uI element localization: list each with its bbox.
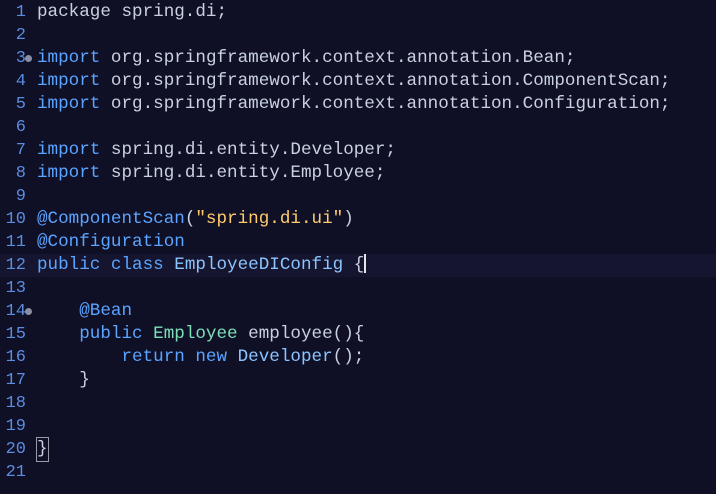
code-line[interactable]: 6 [0,116,716,139]
code-text: @Configuration [37,231,185,254]
line-number: 21 [5,463,26,482]
code-token: org.springframework.context.annotation.C… [100,71,671,91]
line-number: 12 [5,256,26,275]
code-token: import [37,94,101,114]
code-line[interactable]: 7 import spring.di.entity.Developer; [0,139,716,162]
code-token: ) [343,209,354,229]
text-cursor [364,254,367,273]
code-token: @ComponentScan [37,209,185,229]
line-number: 8 [15,164,26,183]
code-token: @Bean [37,301,133,321]
code-token: spring.di; [110,2,228,22]
code-token: "spring.di.ui" [195,209,344,229]
code-line[interactable]: 15 public Employee employee(){ [0,323,716,346]
code-line[interactable]: 4 import org.springframework.context.anno… [0,70,716,93]
code-editor[interactable]: 1 package spring.di; 2 3 import org.springfr… [0,1,716,484]
code-text: return new Developer(); [37,346,364,369]
line-number: 15 [5,325,26,344]
code-line[interactable]: 8 import spring.di.entity.Employee; [0,162,716,185]
line-number: 20 [5,440,26,459]
code-line[interactable]: 19 [0,415,716,438]
code-token: import [37,163,101,183]
code-line[interactable]: 2 [0,24,716,47]
code-line[interactable]: 12 public class EmployeeDIConfig { [0,254,716,277]
code-token: spring.di.entity.Employee; [100,163,386,183]
line-number: 16 [5,348,26,367]
code-text: package spring.di; [37,1,227,24]
line-number: 14 [5,302,26,321]
code-line[interactable]: 10 @ComponentScan("spring.di.ui") [0,208,716,231]
code-text: import org.springframework.context.annot… [37,93,671,116]
code-line[interactable]: 9 [0,185,716,208]
code-line[interactable]: 11 @Configuration [0,231,716,254]
code-line[interactable]: 20} [0,437,716,462]
code-token: public class [37,255,175,275]
code-token: (); [332,347,365,367]
code-token: import [37,140,101,160]
line-number: 17 [5,371,26,390]
code-token: EmployeeDIConfig [174,255,344,275]
line-number: 1 [15,3,26,22]
line-number: 9 [15,187,26,206]
code-token: employee(){ [237,324,365,344]
code-line[interactable]: 21 [0,461,716,484]
code-token: org.springframework.context.annotation.B… [100,48,576,68]
code-text: import spring.di.entity.Developer; [37,139,396,162]
code-token: } [37,370,90,390]
fold-marker-icon[interactable] [25,55,32,62]
code-line[interactable]: 14 @Bean [0,300,716,323]
line-number: 19 [5,417,26,436]
code-token: } [36,437,49,462]
code-text: public Employee employee(){ [37,323,364,346]
line-number: 7 [15,141,26,160]
code-text: import org.springframework.context.annot… [37,70,671,93]
line-number: 2 [15,26,26,45]
code-line[interactable]: 16 return new Developer(); [0,346,716,369]
code-line[interactable]: 1 package spring.di; [0,1,716,24]
line-number: 3 [15,49,26,68]
code-line[interactable]: 5 import org.springframework.context.anno… [0,93,716,116]
code-token: Employee [153,324,238,344]
code-line[interactable]: 3 import org.springframework.context.anno… [0,47,716,70]
line-number: 5 [15,95,26,114]
code-token: import [37,71,101,91]
code-line[interactable]: 13 [0,277,716,300]
code-line[interactable]: 18 [0,392,716,415]
line-number: 11 [5,233,26,252]
code-line[interactable]: 17 } [0,369,716,392]
code-text: @ComponentScan("spring.di.ui") [37,208,354,231]
code-token: Developer [237,347,333,367]
code-text: import org.springframework.context.annot… [37,47,575,70]
code-token: org.springframework.context.annotation.C… [100,94,671,114]
code-token: spring.di.entity.Developer; [100,140,396,160]
code-token: return new [37,347,238,367]
code-text: } [37,369,90,392]
code-token: { [343,255,365,275]
code-token: public [37,324,154,344]
line-number: 10 [5,210,26,229]
line-number: 4 [15,72,26,91]
code-token: package [37,2,111,22]
code-token: import [37,48,101,68]
fold-marker-icon[interactable] [25,308,32,315]
code-text: import spring.di.entity.Employee; [37,162,385,185]
line-number: 18 [5,394,26,413]
code-token: @Configuration [37,232,185,252]
code-text: } [36,437,49,462]
code-text: @Bean [37,300,132,323]
code-text: public class EmployeeDIConfig { [37,254,367,277]
line-number: 6 [15,118,26,137]
line-number: 13 [5,279,26,298]
code-token: ( [184,209,196,229]
